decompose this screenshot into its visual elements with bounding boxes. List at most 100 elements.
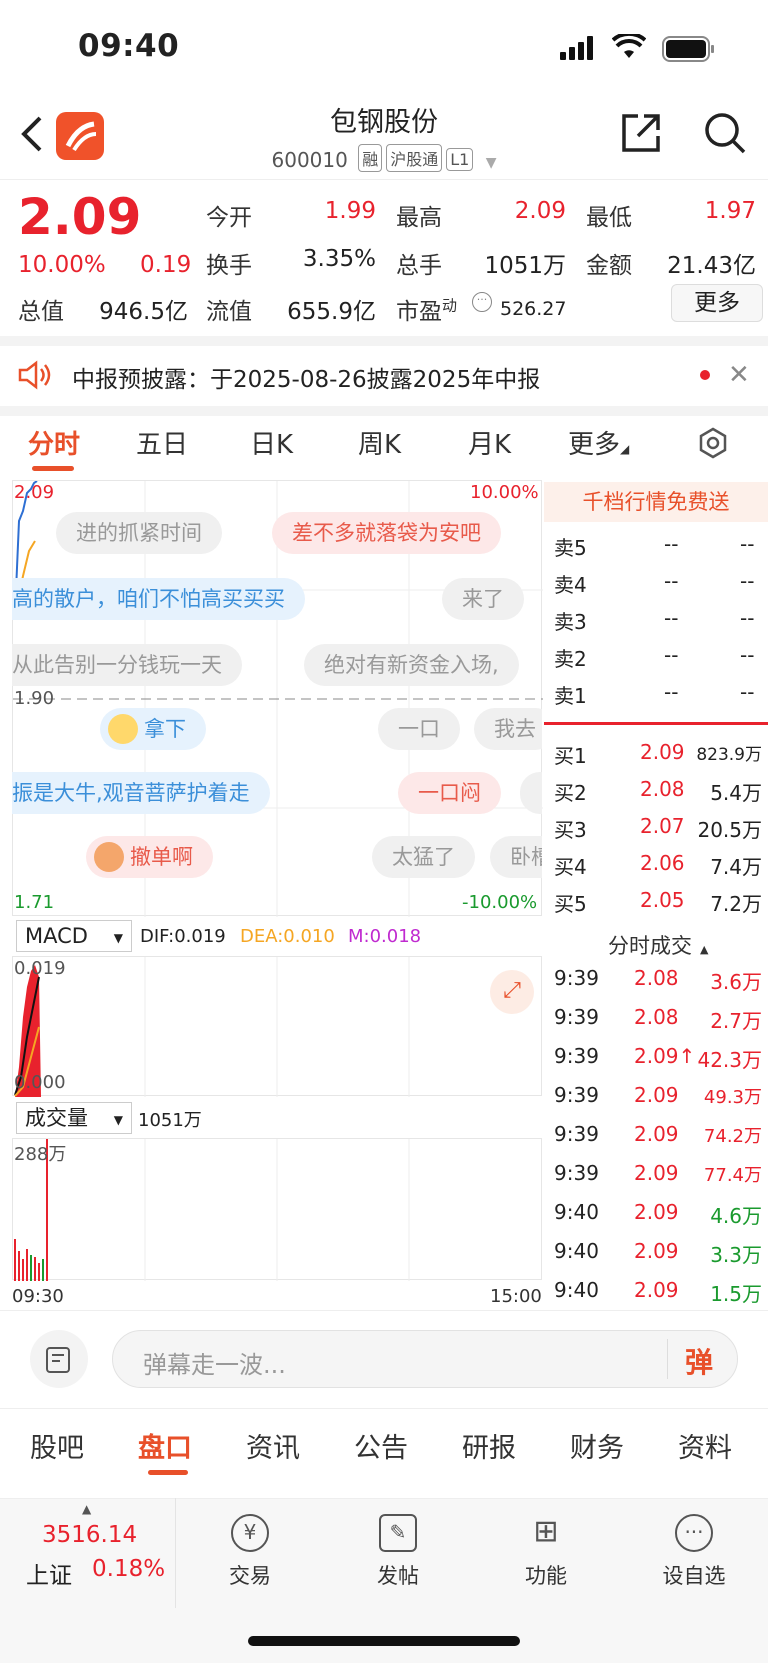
avatar bbox=[108, 714, 138, 744]
high-value: 2.09 bbox=[514, 198, 566, 224]
float-value: 655.9亿 bbox=[287, 299, 376, 325]
change-value: 0.19 bbox=[140, 252, 192, 278]
low-value: 1.97 bbox=[704, 198, 756, 224]
tab-intraday[interactable]: 分时 bbox=[28, 424, 80, 461]
high-label: 最高 bbox=[396, 205, 442, 231]
volume-top-label: 288万 bbox=[14, 1144, 67, 1165]
macd-dea: DEA:0.010 bbox=[240, 926, 335, 947]
danmu-bubble: 撤单啊 bbox=[86, 836, 213, 878]
tab-forum[interactable]: 股吧 bbox=[30, 1426, 84, 1465]
danmu-input[interactable]: 弹幕走一波... 弹 bbox=[112, 1330, 738, 1388]
volume-chart bbox=[12, 1138, 542, 1281]
nav-add-watchlist[interactable]: ··· 设自选 bbox=[644, 1514, 744, 1590]
index-name: 上证 bbox=[26, 1563, 72, 1589]
settings-icon[interactable] bbox=[696, 426, 730, 460]
tab-orderbook[interactable]: 盘口 bbox=[138, 1426, 192, 1465]
danmu-bubble: 卧槽 bbox=[490, 836, 542, 878]
danmu-bubble: 差不多就落袋为安吧 bbox=[272, 512, 501, 554]
dropdown-icon[interactable]: ▼ bbox=[486, 155, 497, 171]
total-value: 946.5亿 bbox=[99, 299, 188, 325]
stock-code: 600010 bbox=[271, 148, 348, 172]
current-price: 2.09 bbox=[18, 188, 142, 246]
danmu-bubble: 进的抓紧时间 bbox=[56, 512, 222, 554]
avatar bbox=[94, 842, 124, 872]
total-value-label: 总值 bbox=[18, 299, 64, 325]
notice-text: 中报预披露：于2025-08-26披露2025年中报 bbox=[72, 367, 541, 393]
macd-m: M:0.018 bbox=[348, 926, 422, 947]
tab-news[interactable]: 资讯 bbox=[246, 1426, 300, 1465]
ask-row: 卖4 -- -- bbox=[554, 569, 755, 597]
info-dots-icon[interactable]: ··· bbox=[472, 292, 492, 312]
ask-row: 卖3 -- -- bbox=[554, 606, 755, 634]
nav-post[interactable]: ✎ 发帖 bbox=[348, 1514, 448, 1590]
edit-icon: ✎ bbox=[379, 1514, 417, 1552]
danmu-bubble: 振是大牛,观音菩萨护着走 bbox=[12, 772, 270, 814]
speaker-icon bbox=[18, 360, 52, 390]
trades-title[interactable]: 分时成交 ▲ bbox=[608, 930, 708, 960]
change-pct: 10.00% bbox=[18, 252, 106, 278]
index-pct: 0.18% bbox=[92, 1556, 166, 1582]
volume-label: 总手 bbox=[396, 253, 442, 279]
danmu-bubble: 一口闷 bbox=[398, 772, 501, 814]
open-label: 今开 bbox=[206, 205, 252, 231]
macd-selector[interactable]: MACD ▼ bbox=[16, 920, 132, 952]
tab-weekly-k[interactable]: 周K bbox=[358, 424, 401, 461]
share-icon[interactable] bbox=[618, 110, 664, 156]
tab-announcements[interactable]: 公告 bbox=[354, 1426, 408, 1465]
more-icon: ··· bbox=[675, 1514, 713, 1552]
ask-row: 卖1 -- -- bbox=[554, 680, 755, 708]
nav-functions[interactable]: ⊞ 功能 bbox=[496, 1514, 596, 1590]
tab-5day[interactable]: 五日 bbox=[136, 424, 188, 461]
bid-row: 买3 2.07 20.5万 bbox=[554, 814, 762, 842]
ask-row: 卖2 -- -- bbox=[554, 643, 755, 671]
trade-row: 9:39 2.09 49.3万 bbox=[554, 1083, 762, 1108]
danmu-bubble: 绝对有新资金入场, bbox=[304, 644, 519, 686]
tab-active-underline bbox=[32, 466, 74, 471]
danmu-layer: 进的抓紧时间 差不多就落袋为安吧 高的散户，咱们不怕高买买买 来了 从此告别一分… bbox=[12, 480, 542, 920]
low-label: 最低 bbox=[586, 205, 632, 231]
expand-icon[interactable]: ⤢ bbox=[490, 970, 534, 1014]
close-icon[interactable]: ✕ bbox=[728, 360, 750, 390]
volume-selector[interactable]: 成交量 ▼ bbox=[16, 1102, 132, 1134]
turnover-label: 换手 bbox=[206, 253, 252, 279]
notice-bar[interactable]: 中报预披露：于2025-08-26披露2025年中报 ✕ bbox=[0, 346, 768, 406]
macd-top-label: 0.019 bbox=[14, 958, 66, 979]
time-end-label: 15:00 bbox=[490, 1286, 542, 1307]
notice-dot bbox=[700, 370, 710, 380]
danmu-placeholder: 弹幕走一波... bbox=[143, 1351, 286, 1379]
danmu-bubble: 太猛了 bbox=[372, 836, 475, 878]
tab-profile[interactable]: 资料 bbox=[678, 1426, 732, 1465]
tab-daily-k[interactable]: 日K bbox=[250, 424, 293, 461]
comment-list-icon[interactable] bbox=[30, 1330, 88, 1388]
status-time: 09:40 bbox=[78, 28, 180, 64]
level2-banner[interactable]: 千档行情免费送 bbox=[544, 482, 768, 522]
volume-value: 1051万 bbox=[484, 253, 566, 279]
search-icon[interactable] bbox=[702, 110, 748, 156]
danmu-bubble: 从此告别一分钱玩一天 bbox=[12, 644, 242, 686]
index-ticker[interactable]: ▲ 3516.14 上证 0.18% bbox=[0, 1498, 176, 1608]
time-start-label: 09:30 bbox=[12, 1286, 64, 1307]
battery-icon bbox=[662, 36, 716, 62]
trade-row: 9:40 2.09 1.5万 bbox=[554, 1278, 762, 1306]
trade-row: 9:39 2.09 74.2万 bbox=[554, 1122, 762, 1147]
more-button[interactable]: 更多 bbox=[671, 284, 763, 322]
danmu-bubble: 我去 bbox=[474, 708, 542, 750]
ask-row: 卖5 -- -- bbox=[554, 532, 755, 560]
tab-more[interactable]: 更多◢ bbox=[568, 424, 629, 461]
danmu-toggle-button[interactable]: 弹 bbox=[685, 1341, 713, 1381]
tab-monthly-k[interactable]: 月K bbox=[468, 424, 511, 461]
tab-finance[interactable]: 财务 bbox=[570, 1426, 624, 1465]
open-value: 1.99 bbox=[324, 198, 376, 224]
orderbook-divider bbox=[544, 722, 768, 725]
nav-trade[interactable]: ¥ 交易 bbox=[200, 1514, 300, 1590]
tab-research[interactable]: 研报 bbox=[462, 1426, 516, 1465]
danmu-bubble: 拿下 bbox=[100, 708, 206, 750]
trade-row: 9:39 2.08 2.7万 bbox=[554, 1005, 762, 1033]
index-value: 3516.14 bbox=[42, 1522, 138, 1548]
trade-row: 9:39 2.09↑ 42.3万 bbox=[554, 1044, 762, 1072]
tag-level: L1 bbox=[446, 148, 474, 171]
volume-total: 1051万 bbox=[138, 1110, 202, 1131]
bid-row: 买1 2.09 823.9万 bbox=[554, 740, 762, 768]
tag-margin: 融 bbox=[358, 144, 383, 172]
tag-connect: 沪股通 bbox=[386, 144, 443, 172]
